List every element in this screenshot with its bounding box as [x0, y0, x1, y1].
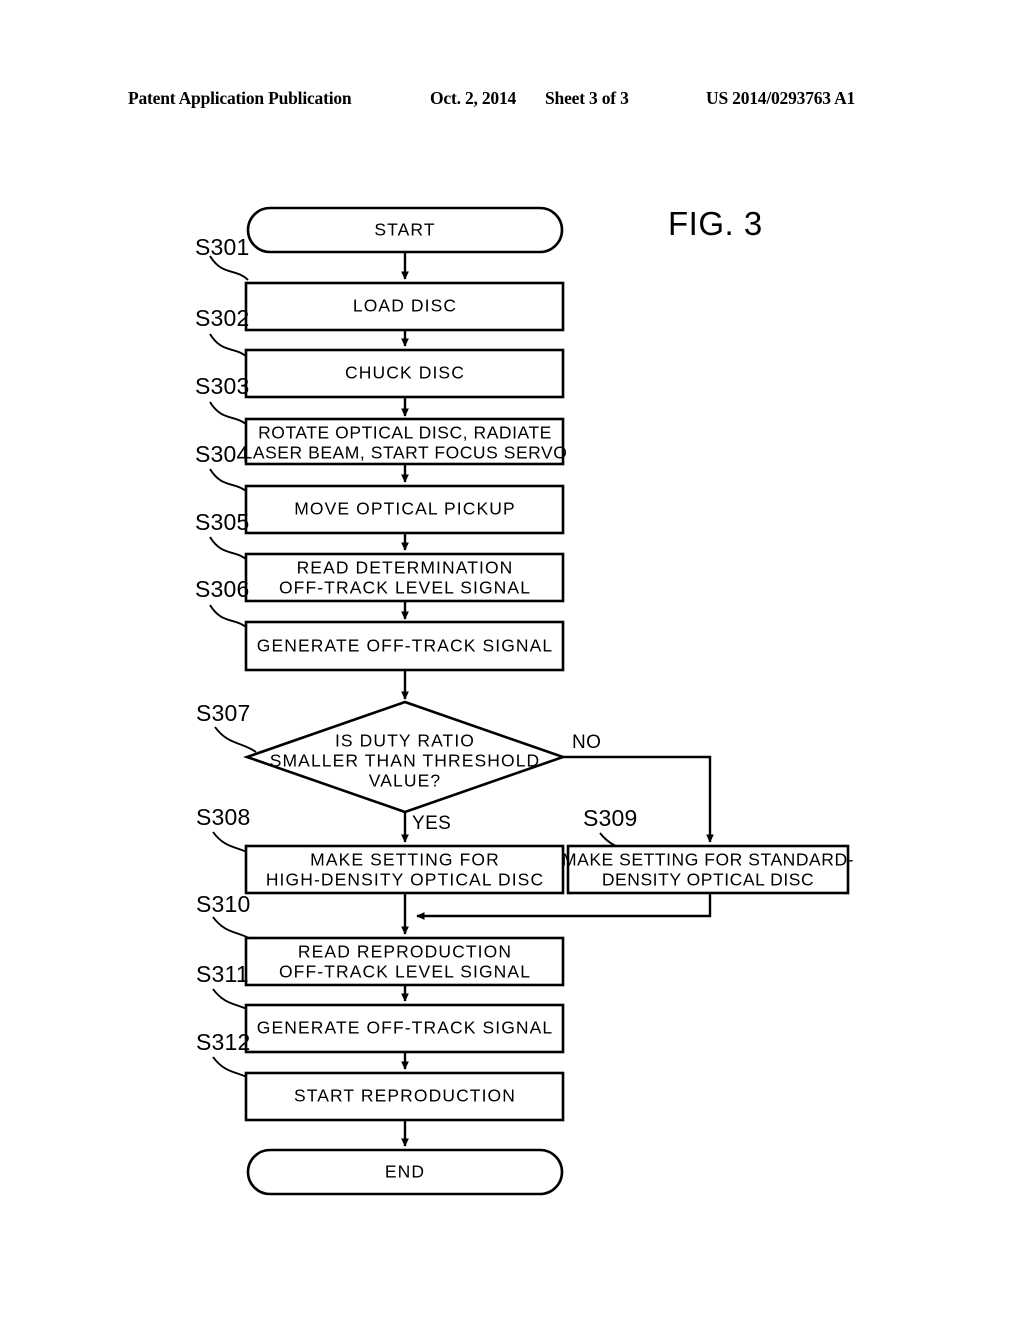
node-end: END: [246, 1148, 564, 1196]
step-label-s312: S312: [196, 1029, 251, 1055]
step-label-s306: S306: [195, 576, 250, 602]
leader-s303: [209, 401, 249, 427]
node-setting-standard-density: MAKE SETTING FOR STANDARD- DENSITY OPTIC…: [562, 844, 854, 895]
step-label-s305: S305: [195, 509, 250, 535]
node-setting-high-density: MAKE SETTING FOR HIGH-DENSITY OPTICAL DI…: [244, 844, 565, 895]
step-label-s308: S308: [196, 804, 251, 830]
node-setting-standard-density-line2: DENSITY OPTICAL DISC: [602, 870, 814, 890]
node-load-disc-label: LOAD DISC: [353, 296, 457, 316]
node-read-reproduction-line1: READ REPRODUCTION: [298, 942, 512, 962]
step-label-s310: S310: [196, 891, 251, 917]
node-generate-offtrack-2-label: GENERATE OFF-TRACK SIGNAL: [257, 1018, 554, 1038]
leader-s304: [209, 468, 249, 494]
node-setting-high-density-line2: HIGH-DENSITY OPTICAL DISC: [266, 870, 544, 890]
node-decision-line3: VALUE?: [369, 771, 441, 791]
node-read-determination-line2: OFF-TRACK LEVEL SIGNAL: [279, 578, 531, 598]
step-label-s307: S307: [196, 700, 251, 726]
node-rotate-disc-line2: LASER BEAM, START FOCUS SERVO: [243, 443, 568, 463]
node-generate-offtrack-1-label: GENERATE OFF-TRACK SIGNAL: [257, 636, 554, 656]
node-rotate-disc-line1: ROTATE OPTICAL DISC, RADIATE: [258, 423, 552, 443]
node-chuck-disc-label: CHUCK DISC: [345, 363, 465, 383]
node-chuck-disc: CHUCK DISC: [244, 348, 565, 399]
node-generate-offtrack-2: GENERATE OFF-TRACK SIGNAL: [244, 1003, 565, 1054]
step-label-s303: S303: [195, 373, 250, 399]
node-rotate-disc: ROTATE OPTICAL DISC, RADIATE LASER BEAM,…: [243, 417, 568, 466]
node-read-determination-line1: READ DETERMINATION: [297, 558, 514, 578]
node-start-reproduction-label: START REPRODUCTION: [294, 1086, 516, 1106]
node-read-reproduction: READ REPRODUCTION OFF-TRACK LEVEL SIGNAL: [244, 936, 565, 987]
node-decision-line2: SMALLER THAN THRESHOLD: [270, 751, 541, 771]
step-label-s301: S301: [195, 234, 250, 260]
node-move-pickup-label: MOVE OPTICAL PICKUP: [294, 499, 516, 519]
step-label-s309: S309: [583, 805, 638, 831]
node-read-determination: READ DETERMINATION OFF-TRACK LEVEL SIGNA…: [244, 552, 565, 603]
leader-s305: [209, 536, 249, 562]
node-read-reproduction-line2: OFF-TRACK LEVEL SIGNAL: [279, 962, 531, 982]
flowchart-diagram: START LOAD DISC CHUCK DISC ROTATE OPTICA…: [195, 206, 854, 1196]
node-decision-line1: IS DUTY RATIO: [335, 731, 475, 751]
node-setting-standard-density-line1: MAKE SETTING FOR STANDARD-: [562, 850, 854, 870]
node-decision-duty-ratio: IS DUTY RATIO SMALLER THAN THRESHOLD VAL…: [243, 700, 567, 814]
node-move-pickup: MOVE OPTICAL PICKUP: [244, 484, 565, 535]
branch-label-no: NO: [572, 732, 601, 753]
leader-s306: [209, 604, 249, 630]
step-label-s304: S304: [195, 441, 250, 467]
node-start: START: [246, 206, 564, 254]
node-start-reproduction: START REPRODUCTION: [244, 1071, 565, 1122]
node-load-disc: LOAD DISC: [244, 281, 565, 332]
branch-label-yes: YES: [412, 813, 451, 834]
node-end-label: END: [385, 1162, 425, 1182]
leader-s302: [209, 333, 249, 359]
step-label-s302: S302: [195, 305, 250, 331]
step-label-s311: S311: [196, 961, 249, 987]
leader-s307: [214, 726, 257, 753]
node-generate-offtrack-1: GENERATE OFF-TRACK SIGNAL: [244, 620, 565, 672]
connector-s309-merge: [416, 893, 712, 920]
node-start-label: START: [374, 220, 435, 240]
node-setting-high-density-line1: MAKE SETTING FOR: [310, 850, 500, 870]
